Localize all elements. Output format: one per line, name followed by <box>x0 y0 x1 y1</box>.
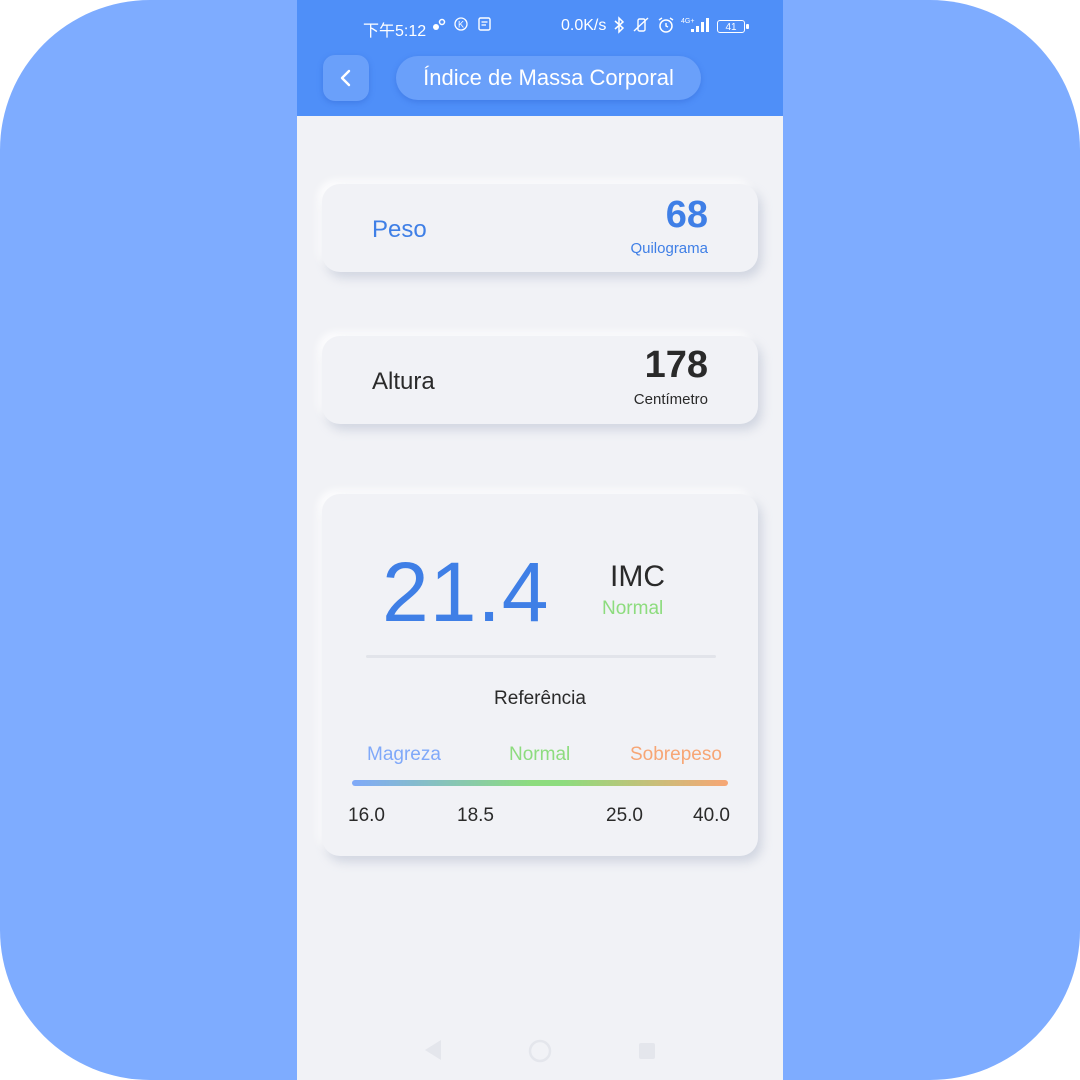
bmi-status: Normal <box>602 598 664 619</box>
network-speed: 0.0K/s <box>561 17 607 34</box>
note-icon <box>477 16 495 34</box>
signal-icon: 4G+ <box>681 16 711 34</box>
category-overweight: Sobrepeso <box>630 744 722 765</box>
bmi-scale-bar <box>352 780 728 786</box>
scale-tick: 25.0 <box>606 805 643 826</box>
battery-indicator: 41 <box>717 20 749 33</box>
svg-text:K: K <box>458 20 464 30</box>
weight-value: 68 <box>665 194 708 236</box>
scale-tick: 40.0 <box>693 805 730 826</box>
height-card[interactable]: Altura 178 Centímetro <box>322 336 758 424</box>
weight-label: Peso <box>372 216 427 243</box>
nav-recents-icon[interactable] <box>637 1041 657 1061</box>
bluetooth-icon <box>611 16 629 34</box>
notification-icon <box>431 16 449 34</box>
height-value: 178 <box>644 344 708 386</box>
reference-title: Referência <box>494 688 586 709</box>
height-unit: Centímetro <box>633 391 708 408</box>
status-bar: 下午5:12 K 0.0K/s 4G+ 41 <box>297 14 783 40</box>
category-normal: Normal <box>509 744 571 765</box>
alarm-icon <box>657 16 675 34</box>
height-label: Altura <box>372 368 435 395</box>
scale-tick: 16.0 <box>348 805 385 826</box>
status-time: 下午5:12 <box>363 23 427 40</box>
bmi-result-card: 21.4 IMC Normal Referência Magreza Norma… <box>322 494 758 856</box>
weight-card[interactable]: Peso 68 Quilograma <box>322 184 758 272</box>
nav-home-icon[interactable] <box>527 1038 553 1064</box>
phone-screen: 下午5:12 K 0.0K/s 4G+ 41 Índice de Massa C… <box>297 0 783 1080</box>
svg-text:4G+: 4G+ <box>681 18 694 25</box>
app-header: 下午5:12 K 0.0K/s 4G+ 41 Índice de Massa C… <box>297 0 783 116</box>
category-underweight: Magreza <box>367 744 441 765</box>
k-app-icon: K <box>453 16 471 34</box>
weight-unit: Quilograma <box>630 240 708 257</box>
bmi-value: 21.4 <box>382 545 550 639</box>
divider <box>366 655 716 658</box>
system-nav-bar <box>297 1030 783 1070</box>
scale-tick: 18.5 <box>457 805 494 826</box>
vibrate-off-icon <box>631 16 649 34</box>
chevron-left-icon <box>340 69 351 87</box>
nav-back-icon[interactable] <box>423 1038 443 1062</box>
back-button[interactable] <box>323 55 369 101</box>
bmi-label: IMC <box>610 560 665 593</box>
page-title: Índice de Massa Corporal <box>396 56 701 100</box>
